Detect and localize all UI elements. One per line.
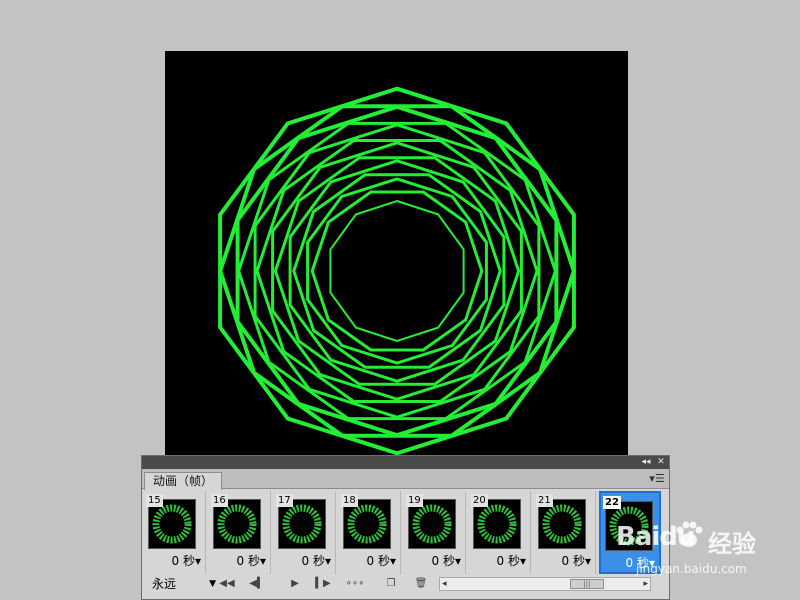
frame-number: 15 <box>146 494 163 507</box>
animation-frame[interactable]: 15 0 秒▾ <box>144 491 206 574</box>
frame-delay-select[interactable]: 0 秒▾ <box>237 554 266 568</box>
frame-number: 18 <box>341 494 358 507</box>
frame-number: 19 <box>406 494 423 507</box>
frame-number: 20 <box>471 494 488 507</box>
panel-title-bar: ◂◂ ✕ <box>142 456 669 469</box>
frame-number: 17 <box>276 494 293 507</box>
animation-frame[interactable]: 18 0 秒▾ <box>339 491 401 574</box>
frame-delay-select[interactable]: 0 秒▾ <box>497 554 526 568</box>
duplicate-frame-icon[interactable]: ❐ <box>380 577 402 591</box>
scroll-left-icon[interactable]: ◂ <box>442 578 447 590</box>
animation-frame[interactable]: 19 0 秒▾ <box>404 491 466 574</box>
delete-frame-icon[interactable]: 🗑 <box>410 577 432 591</box>
frame-delay-select[interactable]: 0 秒▾ <box>367 554 396 568</box>
panel-tab-bar: 动画（帧） ▾☰ <box>142 469 669 490</box>
animation-frame[interactable]: 20 0 秒▾ <box>469 491 531 574</box>
frame-strip: 15 0 秒▾ 16 0 秒▾ 17 0 秒▾ 18 0 秒▾ 19 0 秒▾ 20 0 秒▾ 21 0 … <box>144 491 666 574</box>
scroll-right-icon[interactable]: ▸ <box>643 578 648 590</box>
frame-delay-select[interactable]: 0 秒▾ <box>172 554 201 568</box>
frame-delay-select[interactable]: 0 秒▾ <box>432 554 461 568</box>
tab-animation-frames[interactable]: 动画（帧） <box>144 472 223 490</box>
animation-frame[interactable]: 22 0 秒▾ <box>599 491 661 574</box>
prev-frame-icon[interactable]: ◀▍ <box>246 577 268 591</box>
loop-options-select[interactable]: 永远 ▼ <box>146 575 216 593</box>
collapse-panel-button[interactable]: ◂◂ <box>639 457 653 468</box>
decagon-tunnel-artwork <box>218 86 576 456</box>
close-panel-button[interactable]: ✕ <box>655 457 667 468</box>
frame-delay-select[interactable]: 0 秒▾ <box>562 554 591 568</box>
watermark-site-name: 经验 <box>708 530 756 558</box>
animation-panel: ◂◂ ✕ 动画（帧） ▾☰ 15 0 秒▾ 16 0 秒▾ 17 0 秒▾ 18 0 秒▾ 19… <box>141 455 670 600</box>
animation-controls: 永远 ▼ ◀◀ ◀▍ ▶ ▍▶ ∘∘∘ ❐ 🗑 ◂ ||| ▸ <box>142 575 669 599</box>
play-icon[interactable]: ▶ <box>284 577 306 591</box>
frame-number: 22 <box>603 496 621 509</box>
frame-number: 21 <box>536 494 553 507</box>
loop-value: 永远 <box>152 577 177 591</box>
frame-delay-select[interactable]: 0 秒▾ <box>626 556 655 570</box>
next-frame-icon[interactable]: ▍▶ <box>312 577 334 591</box>
frame-scrollbar[interactable]: ◂ ||| ▸ <box>439 577 651 591</box>
animation-frame[interactable]: 16 0 秒▾ <box>209 491 271 574</box>
frame-delay-select[interactable]: 0 秒▾ <box>302 554 331 568</box>
tween-icon[interactable]: ∘∘∘ <box>344 577 366 591</box>
tunnel-core <box>329 199 465 343</box>
scroll-thumb[interactable]: ||| <box>570 579 604 589</box>
chevron-down-icon: ▼ <box>209 579 216 589</box>
frame-number: 16 <box>211 494 228 507</box>
first-frame-icon[interactable]: ◀◀ <box>216 577 238 591</box>
animation-frame[interactable]: 17 0 秒▾ <box>274 491 336 574</box>
animation-frame[interactable]: 21 0 秒▾ <box>534 491 596 574</box>
panel-menu-icon[interactable]: ▾☰ <box>649 472 665 486</box>
document-canvas[interactable] <box>165 51 628 456</box>
paw-icon <box>676 521 703 547</box>
